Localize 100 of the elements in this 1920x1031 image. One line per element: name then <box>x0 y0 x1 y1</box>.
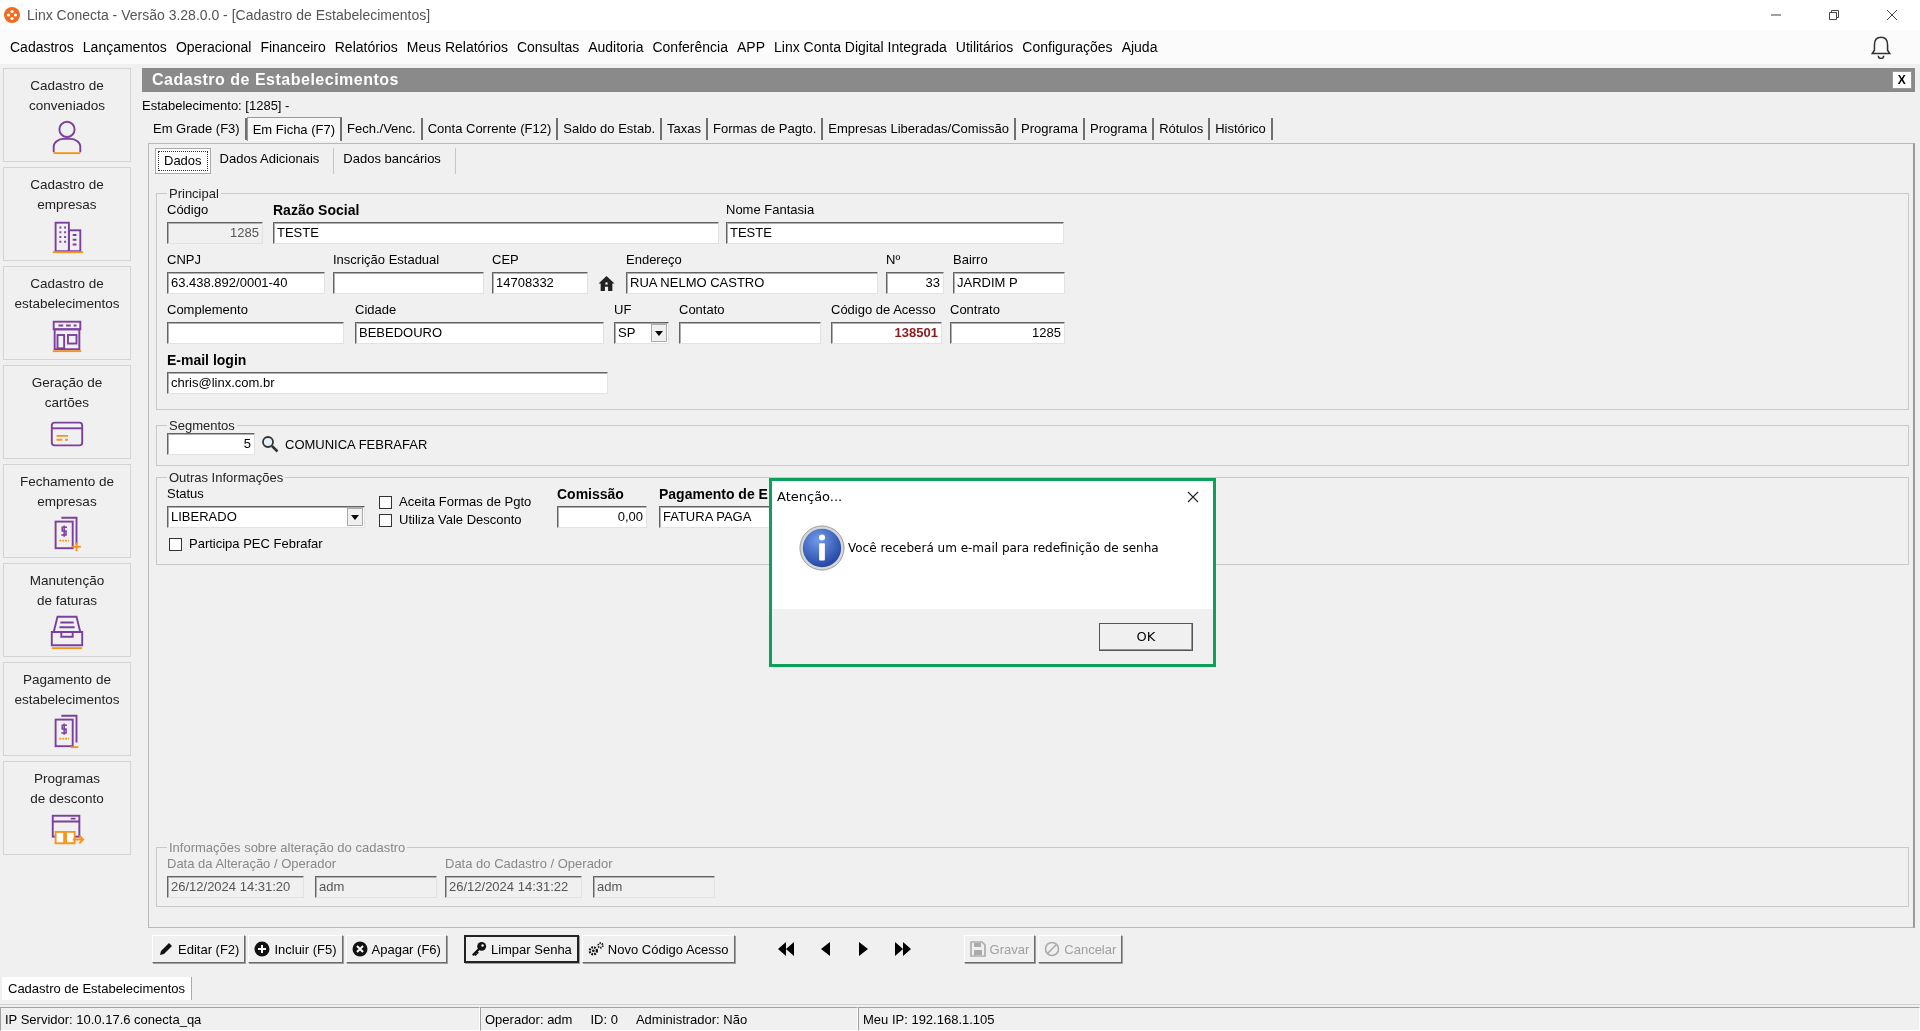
add-button[interactable]: Incluir (F5) <box>248 935 343 963</box>
x-circle-icon <box>351 941 368 957</box>
gears-button[interactable]: Novo Código Acesso <box>581 935 735 963</box>
field-label: Complemento <box>167 301 249 319</box>
date-field: 26/12/2024 14:31:22 <box>445 876 582 898</box>
tab[interactable]: Formas de Pagto. <box>708 118 824 140</box>
menu-item[interactable]: Financeiro <box>260 39 326 55</box>
commission-field[interactable]: 0,00 <box>557 506 647 528</box>
text-field[interactable]: 1285 <box>950 322 1065 344</box>
pencil-icon <box>158 941 174 957</box>
field-label: Razão Social <box>273 201 361 219</box>
text-field[interactable]: chris@linx.com.br <box>167 372 608 394</box>
group-title: Outras Informações <box>168 470 285 485</box>
field-label: Data da Alteração / Operador <box>167 855 338 873</box>
dropdown[interactable]: SP <box>614 322 669 344</box>
checkbox[interactable]: Aceita Formas de Pgto <box>379 494 532 510</box>
sidebar-item[interactable]: Programas de desconto <box>3 761 131 855</box>
field-label: Nº <box>886 251 902 269</box>
close-icon[interactable] <box>1187 490 1199 503</box>
tab[interactable]: Conta Corrente (F12) <box>422 118 559 140</box>
field-label: Código de Acesso <box>831 301 937 319</box>
field-label: Contrato <box>950 301 1001 319</box>
form-close-button[interactable]: X <box>1892 71 1912 89</box>
segment-code-field[interactable]: 5 <box>167 433 255 455</box>
menu-item[interactable]: Conferência <box>652 39 728 55</box>
sidebar-item[interactable]: Geração de cartões <box>3 365 131 459</box>
caret-icon <box>655 330 663 336</box>
menu-item[interactable]: Cadastros <box>10 39 74 55</box>
house-icon[interactable] <box>598 274 615 292</box>
group-title: Principal <box>168 186 220 201</box>
field-label: Contato <box>679 301 726 319</box>
checkbox[interactable]: Utiliza Vale Desconto <box>379 512 522 528</box>
text-field[interactable] <box>167 322 344 344</box>
delete-button[interactable]: Apagar (F6) <box>345 935 447 963</box>
tab[interactable]: Rótulos <box>1154 118 1211 140</box>
tab[interactable]: Histórico <box>1210 118 1273 140</box>
window-tab[interactable]: Cadastro de Estabelecimentos <box>2 977 193 1000</box>
tab[interactable]: Empresas Liberadas/Comissão <box>823 118 1016 140</box>
double-right-arrow-icon <box>892 942 913 956</box>
status-text: IP Servidor: 10.0.17.6 conecta_qa <box>5 1011 202 1027</box>
key-button[interactable]: Limpar Senha <box>463 935 579 963</box>
segment-description: COMUNICA FEBRAFAR <box>285 436 428 452</box>
status-dropdown[interactable]: LIBERADO <box>167 506 365 528</box>
tab[interactable]: Programa <box>1016 118 1086 140</box>
menu-item[interactable]: Operacional <box>175 39 252 55</box>
menu-item[interactable]: Utilitários <box>955 39 1014 55</box>
menu-item[interactable]: Relatórios <box>334 39 398 55</box>
menu-item[interactable]: Auditoria <box>588 39 644 55</box>
text-field[interactable] <box>333 272 484 294</box>
menu-item[interactable]: Lançamentos <box>82 39 167 55</box>
plus-circle-icon <box>254 941 271 957</box>
tab[interactable]: Programa <box>1085 118 1155 140</box>
sidebar-item[interactable]: Pagamento de estabelecimentos <box>3 662 131 756</box>
date-field: 26/12/2024 14:31:20 <box>167 876 304 898</box>
menu-item[interactable]: Linx Conta Digital Integrada <box>774 39 947 55</box>
close-icon[interactable] <box>1886 9 1898 21</box>
menu-item[interactable]: APP <box>736 39 765 55</box>
menu-item[interactable]: Configurações <box>1022 39 1113 55</box>
group-title: Informações sobre alteração do cadastro <box>168 840 407 855</box>
text-field[interactable]: JARDIM P <box>953 272 1065 294</box>
key-icon <box>470 941 487 957</box>
operator-field: adm <box>593 876 715 898</box>
menu-item[interactable]: Ajuda <box>1121 39 1158 55</box>
tab[interactable]: Em Ficha (F7) <box>246 117 343 141</box>
menu-item[interactable]: Meus Relatórios <box>406 39 508 55</box>
field-label: Código <box>167 201 210 219</box>
tab[interactable]: Fech./Venc. <box>342 118 423 140</box>
sidebar-item[interactable]: Fechamento de empresas <box>3 464 131 558</box>
text-field[interactable]: TESTE <box>273 222 719 244</box>
restore-icon[interactable] <box>1828 9 1840 21</box>
field-label: Endereço <box>626 251 683 269</box>
tab[interactable]: Dados bancários <box>334 148 456 174</box>
group-title: Segmentos <box>168 418 236 433</box>
tab[interactable]: Taxas <box>662 118 708 140</box>
tab[interactable]: Dados <box>155 148 211 174</box>
text-field[interactable]: 63.438.892/0001-40 <box>167 272 325 294</box>
form-title: Cadastro de Estabelecimentos <box>152 71 399 89</box>
sidebar-item[interactable]: Cadastro de estabelecimentos <box>3 266 131 360</box>
text-field[interactable]: 33 <box>886 272 944 294</box>
gears-icon <box>587 941 604 957</box>
text-field[interactable]: 138501 <box>831 322 942 344</box>
sidebar-item[interactable]: Cadastro de conveniados <box>3 68 131 162</box>
field-label: CEP <box>492 251 520 269</box>
field-label: Bairro <box>953 251 989 269</box>
bell-icon[interactable] <box>1870 35 1892 59</box>
sidebar-item[interactable]: Cadastro de empresas <box>3 167 131 261</box>
menu-item[interactable]: Consultas <box>516 39 580 55</box>
operator-field: adm <box>315 876 437 898</box>
text-field[interactable]: 14708332 <box>492 272 588 294</box>
text-field[interactable]: TESTE <box>726 222 1064 244</box>
sidebar-item[interactable]: Manutenção de faturas <box>3 563 131 657</box>
search-icon[interactable] <box>261 435 279 453</box>
tab[interactable]: Saldo do Estab. <box>558 118 663 140</box>
ok-button[interactable]: OK <box>1099 622 1193 651</box>
tab[interactable]: Dados Adicionais <box>210 148 335 174</box>
checkbox[interactable]: Participa PEC Febrafar <box>169 536 323 552</box>
text-field[interactable]: RUA NELMO CASTRO <box>626 272 878 294</box>
edit-button[interactable]: Editar (F2) <box>152 935 246 963</box>
text-field[interactable]: BEBEDOURO <box>355 322 604 344</box>
text-field[interactable] <box>679 322 821 344</box>
